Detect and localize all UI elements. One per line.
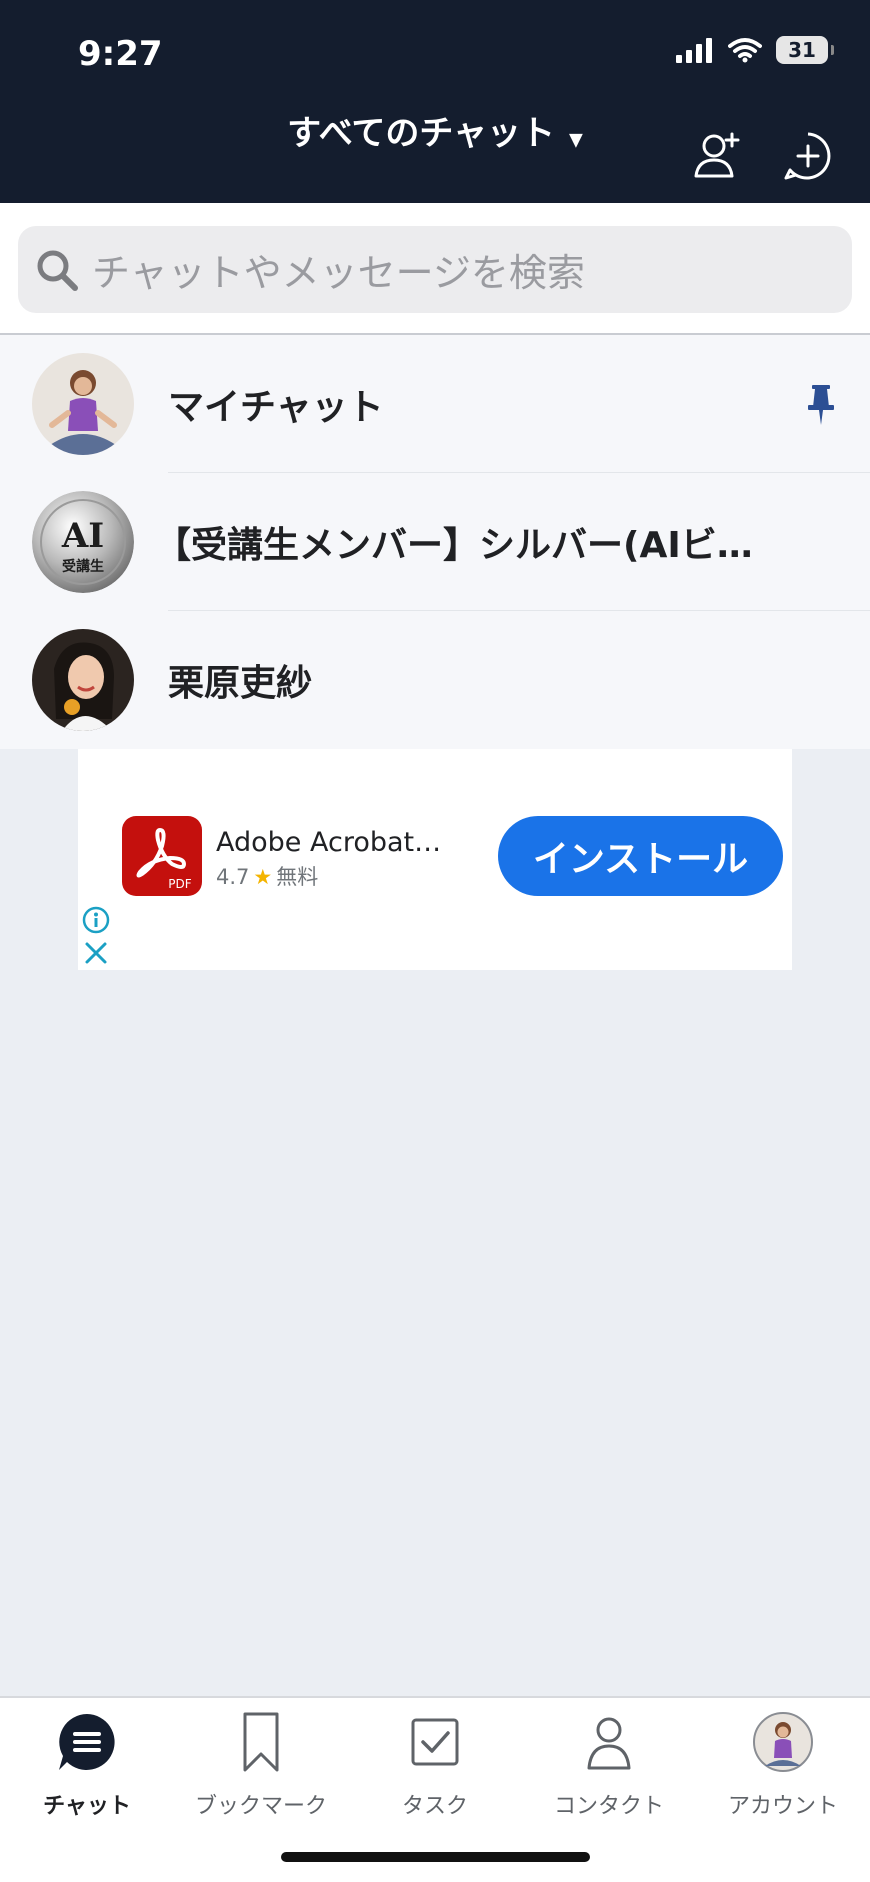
account-avatar: [751, 1710, 815, 1774]
tab-label: コンタクト: [553, 1794, 664, 1819]
tab-label: チャット: [43, 1794, 131, 1819]
add-contact-icon[interactable]: [690, 128, 746, 184]
tab-task[interactable]: タスク: [348, 1710, 522, 1820]
page-title: すべてのチャット: [287, 113, 556, 154]
wifi-icon: [728, 38, 762, 63]
ad-info-icon[interactable]: [82, 906, 110, 934]
avatar: [32, 353, 134, 455]
star-icon: ★: [253, 865, 273, 889]
bookmark-icon: [229, 1710, 293, 1774]
contact-icon: [577, 1710, 641, 1774]
chat-name: 栗原吏紗: [168, 663, 313, 704]
search-input[interactable]: チャットやメッセージを検索: [18, 226, 852, 313]
chat-row-silver-members[interactable]: AI 受講生 【受講生メンバー】シルバー(AIビ…: [0, 473, 870, 611]
avatar-text: AI: [61, 516, 104, 556]
chat-row-my-chat[interactable]: マイチャット: [0, 335, 870, 473]
ad-meta: 4.7 ★ 無料: [216, 861, 318, 891]
pdf-label: PDF: [168, 877, 191, 891]
tab-label: アカウント: [727, 1794, 838, 1819]
avatar: AI 受講生: [32, 491, 134, 593]
caret-down-icon: ▼: [569, 129, 583, 151]
avatar: [32, 629, 134, 731]
tab-bookmark[interactable]: ブックマーク: [174, 1710, 348, 1820]
chat-name: マイチャット: [168, 387, 384, 428]
ad-close-icon[interactable]: [84, 941, 108, 965]
avatar-subtext: 受講生: [62, 558, 104, 575]
tab-contact[interactable]: コンタクト: [522, 1710, 696, 1820]
task-icon: [403, 1710, 467, 1774]
adobe-acrobat-app-icon: PDF: [122, 816, 202, 896]
chat-row-kurihara[interactable]: 栗原吏紗: [0, 611, 870, 749]
top-header: 9:27 31 すべてのチャット ▼: [0, 0, 870, 203]
ad-app-name: Adobe Acrobat…: [216, 827, 442, 858]
tab-account[interactable]: アカウント: [696, 1710, 870, 1820]
search-icon: [37, 250, 78, 291]
search-area: チャットやメッセージを検索: [0, 203, 870, 335]
pin-icon: [808, 385, 834, 425]
tab-label: タスク: [401, 1794, 468, 1819]
tab-label: ブックマーク: [194, 1794, 327, 1819]
search-placeholder: チャットやメッセージを検索: [92, 251, 585, 295]
tab-chat[interactable]: チャット: [0, 1710, 174, 1820]
ad-banner[interactable]: PDF Adobe Acrobat… 4.7 ★ 無料 インストール: [78, 749, 792, 970]
battery-indicator: 31: [776, 36, 834, 64]
chat-icon: [55, 1710, 119, 1774]
install-button[interactable]: インストール: [498, 816, 783, 896]
status-icons: 31: [676, 36, 834, 64]
chat-name: 【受講生メンバー】シルバー(AIビ…: [155, 525, 753, 566]
chat-list: マイチャット AI 受講生 【受講生メンバー】シルバー(AIビ… 栗原吏紗: [0, 335, 870, 749]
ad-rating: 4.7: [216, 865, 250, 889]
home-indicator: [281, 1852, 590, 1862]
ad-price: 無料: [276, 865, 319, 889]
status-time: 9:27: [78, 34, 163, 74]
signal-icon: [676, 38, 712, 63]
new-chat-icon[interactable]: [780, 128, 836, 184]
